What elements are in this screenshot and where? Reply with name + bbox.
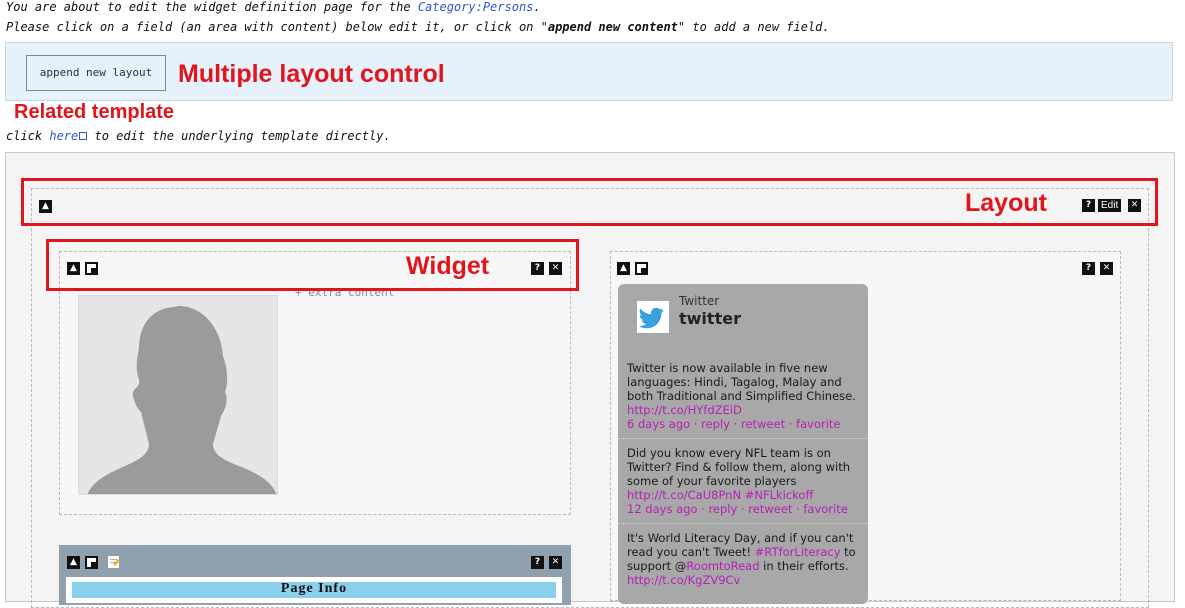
append-new-content-text: append new content [547,20,678,34]
tweet-meta: 6 days ago · reply · retweet · favorite [627,417,841,431]
tweet-separator [618,523,868,524]
tweet-3: It's World Literacy Day, and if you can'… [627,531,859,587]
intro-text-2-suffix: " to add a new field. [677,20,830,34]
widget-page-info-restore-icon[interactable] [85,556,98,569]
widget-twitter-restore-icon[interactable] [635,262,648,275]
annotation-layout-box [21,178,1158,226]
tweet-url[interactable]: http://t.co/HYfdZEiD [627,403,859,417]
annotation-related-template: Related template [14,101,175,123]
annotation-widget-box [46,239,579,291]
widget-page-info-help-icon[interactable]: ? [531,556,544,569]
template-line-suffix: to edit the underlying template directly… [87,129,391,143]
tweet-time[interactable]: 12 days ago [627,502,697,516]
widget-page-info-collapse-icon[interactable]: ▲ [67,556,80,569]
page-info-heading: Page Info [70,580,558,600]
retweet-link[interactable]: retweet [741,417,785,431]
tweet-text: It's World Literacy Day, and if you can'… [627,531,859,573]
intro-line-1: You are about to edit the widget definit… [6,0,541,14]
intro-text-suffix: . [533,0,541,14]
twitter-feed-card: Twitter twitter Twitter is now available… [618,284,868,604]
append-new-layout-button[interactable]: append new layout [26,55,166,91]
notepad-edit-icon[interactable] [107,555,121,569]
tweet-links: http://t.co/CaU8PnN #NFLkickoff [627,488,859,502]
favorite-link[interactable]: favorite [796,417,840,431]
tweet-url[interactable]: http://t.co/CaU8PnN [627,488,741,502]
widget-twitter-collapse-icon[interactable]: ▲ [617,262,630,275]
tweet-mention[interactable]: RoomtoRead [686,559,759,573]
tweet-1: Twitter is now available in five new lan… [627,361,859,431]
tweet-text-part: in their efforts. [759,559,849,573]
tweet-url[interactable]: http://t.co/KgZV9Cv [627,573,859,587]
tweet-hashtag[interactable]: #RTforLiteracy [755,545,841,559]
tweet-separator [618,438,868,439]
twitter-handle: twitter [679,309,741,328]
tweet-meta: 12 days ago · reply · retweet · favorite [627,502,848,516]
intro-line-2: Please click on a field (an area with co… [6,20,830,34]
widget-twitter-help-icon[interactable]: ? [1082,262,1095,275]
reply-link[interactable]: reply [701,417,730,431]
person-silhouette-icon [87,306,277,494]
tweet-hashtag[interactable]: #NFLkickoff [745,488,814,502]
annotation-multiple-layout-control: Multiple layout control [178,60,445,88]
widget-page-info-close-icon[interactable]: ✕ [549,556,562,569]
widget-twitter-close-icon[interactable]: ✕ [1100,262,1113,275]
template-edit-line: click here to edit the underlying templa… [6,129,391,143]
tweet-time[interactable]: 6 days ago [627,417,690,431]
tweet-2: Did you know every NFL team is on Twitte… [627,446,859,516]
template-here-link[interactable]: here [49,129,78,143]
reply-link[interactable]: reply [708,502,737,516]
tweet-text: Twitter is now available in five new lan… [627,361,856,403]
intro-text-2: Please click on a field (an area with co… [6,20,548,34]
person-placeholder-image [78,295,278,495]
intro-text: You are about to edit the widget definit… [6,0,418,14]
template-line-prefix: click [6,129,50,143]
tweet-text: Did you know every NFL team is on Twitte… [627,446,851,488]
favorite-link[interactable]: favorite [803,502,847,516]
twitter-screen-name: Twitter [679,294,720,308]
retweet-link[interactable]: retweet [748,502,792,516]
category-link[interactable]: Category:Persons [418,0,534,14]
twitter-bird-icon [637,301,669,333]
